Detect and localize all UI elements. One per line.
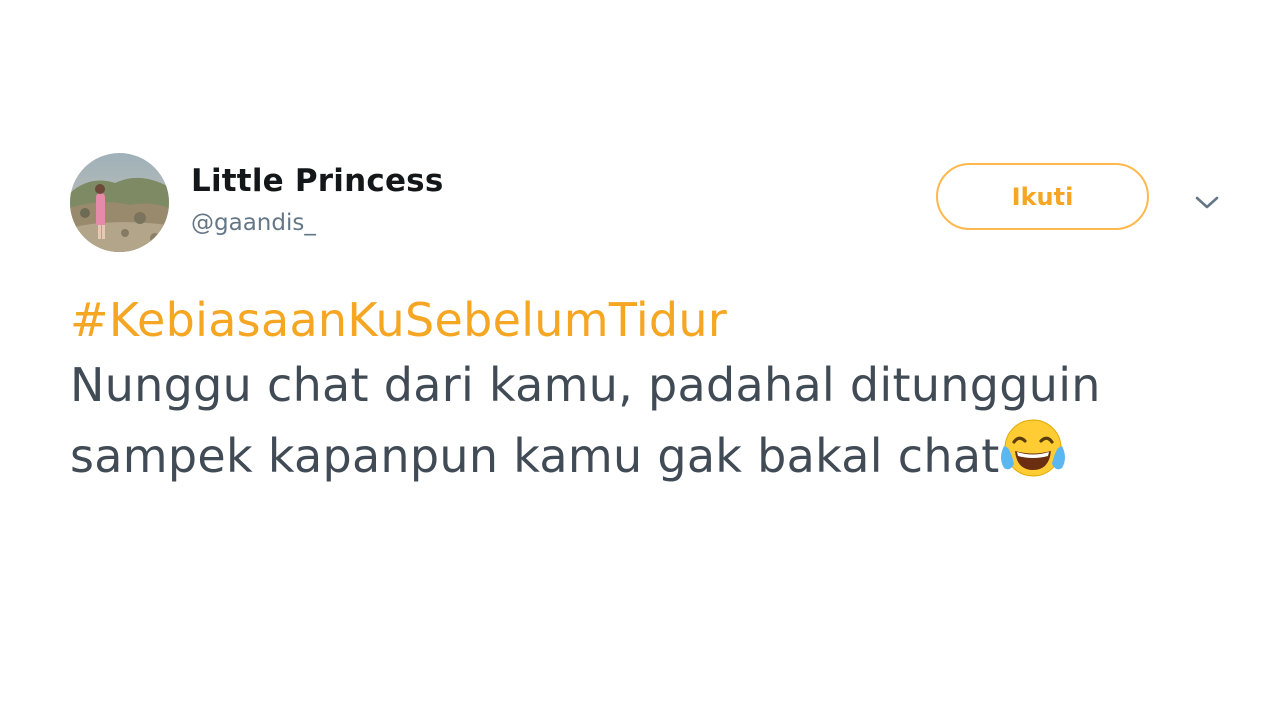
display-name[interactable]: Little Princess	[191, 163, 443, 199]
user-handle[interactable]: @gaandis_	[191, 210, 316, 236]
avatar-photo	[70, 153, 169, 252]
chevron-down-icon[interactable]	[1193, 193, 1221, 213]
tweet-body-line: Nunggu chat dari kamu, padahal ditunggui…	[70, 358, 1101, 412]
tweet-card: Little Princess @gaandis_ Ikuti #Kebiasa…	[0, 0, 1280, 720]
avatar[interactable]	[70, 153, 169, 252]
face-with-tears-of-joy-icon	[1000, 418, 1066, 478]
tweet-body-text: sampek kapanpun kamu gak bakal chat	[70, 429, 1000, 483]
hashtag-link[interactable]: #KebiasaanKuSebelumTidur	[70, 288, 1230, 353]
tweet-body-line: sampek kapanpun kamu gak bakal chat	[70, 418, 1230, 489]
tweet-text: #KebiasaanKuSebelumTidur Nunggu chat dar…	[70, 288, 1230, 489]
follow-button[interactable]: Ikuti	[936, 163, 1149, 230]
